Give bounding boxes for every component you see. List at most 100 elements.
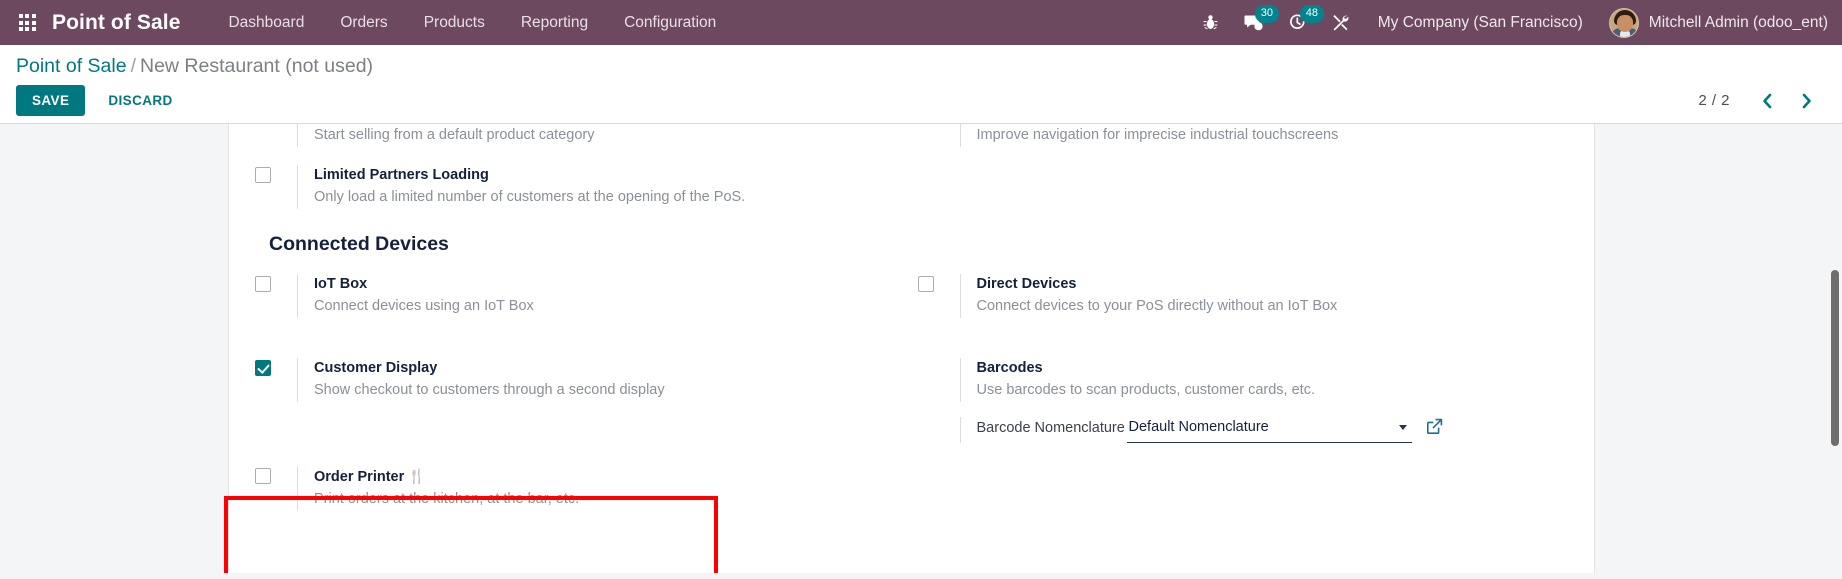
- setting-help: Use barcodes to scan products, customer …: [976, 382, 1315, 398]
- nav-menu-products[interactable]: Products: [406, 0, 503, 45]
- setting-help: Print orders at the kitchen, at the bar,…: [314, 490, 580, 507]
- setting-barcodes: Barcodes Use barcodes to scan products, …: [912, 349, 1551, 411]
- nav-menu-configuration[interactable]: Configuration: [606, 0, 734, 45]
- company-switcher[interactable]: My Company (San Francisco): [1378, 14, 1583, 32]
- settings-row-devices: IoT Box Connect devices using an IoT Box…: [249, 265, 1574, 327]
- setting-help: Improve navigation for imprecise industr…: [976, 127, 1339, 144]
- external-link-icon[interactable]: [1426, 417, 1443, 443]
- tools-wrench-icon[interactable]: [1332, 14, 1349, 31]
- setting-help: Connect devices using an IoT Box: [314, 298, 534, 315]
- messages-badge-count: 30: [1254, 5, 1280, 23]
- settings-col-left: Start selling from a default product cat…: [249, 124, 912, 156]
- settings-col-left: Limited Partners Loading Only load a lim…: [249, 156, 912, 218]
- breadcrumb-current: New Restaurant (not used): [140, 55, 374, 77]
- setting-help: Start selling from a default product cat…: [314, 127, 595, 144]
- settings-row-partial: Start selling from a default product cat…: [249, 124, 1574, 156]
- setting-label: IoT Box: [314, 276, 368, 293]
- settings-row-limited-partners: Limited Partners Loading Only load a lim…: [249, 156, 1574, 218]
- settings-col-right: Improve navigation for imprecise industr…: [912, 124, 1575, 156]
- setting-label: Limited Partners Loading: [314, 167, 489, 184]
- checkbox-wrap: [249, 165, 297, 184]
- setting-text: Customer Display Show checkout to custom…: [297, 357, 888, 402]
- messages-icon[interactable]: 30: [1244, 5, 1280, 31]
- direct-devices-checkbox[interactable]: [917, 276, 934, 293]
- settings-panel: Start selling from a default product cat…: [228, 124, 1595, 574]
- chevron-left-icon[interactable]: [1748, 92, 1787, 110]
- user-name-label: Mitchell Admin (odoo_ent): [1648, 13, 1828, 31]
- checkbox-wrap: [249, 358, 297, 376]
- save-button[interactable]: SAVE: [16, 85, 86, 117]
- nav-menu-reporting[interactable]: Reporting: [503, 0, 606, 45]
- settings-col-right: [912, 156, 1575, 218]
- setting-text: Improve navigation for imprecise industr…: [959, 124, 1551, 148]
- discard-button[interactable]: DISCARD: [93, 85, 187, 116]
- setting-help: Show checkout to customers through a sec…: [314, 382, 665, 398]
- checkbox-wrap: [249, 274, 297, 293]
- avatar: [1608, 7, 1639, 38]
- nav-menu-dashboard[interactable]: Dashboard: [210, 0, 322, 45]
- setting-text: Limited Partners Loading Only load a lim…: [297, 165, 888, 209]
- user-menu[interactable]: Mitchell Admin (odoo_ent): [1608, 7, 1828, 38]
- setting-label: Order Printer 🍴: [314, 466, 888, 488]
- bug-icon[interactable]: [1203, 14, 1218, 31]
- setting-label: Direct Devices: [976, 276, 1077, 293]
- setting-text: Barcodes Use barcodes to scan products, …: [959, 357, 1551, 402]
- setting-help: Only load a limited number of customers …: [314, 189, 746, 206]
- nav-menu-orders[interactable]: Orders: [322, 0, 405, 45]
- settings-row-order-printer: Order Printer 🍴 Print orders at the kitc…: [249, 443, 1574, 520]
- customer-display-checkbox[interactable]: [255, 359, 271, 376]
- vertical-scrollbar[interactable]: [1828, 124, 1842, 574]
- setting-customer-display[interactable]: Customer Display Show checkout to custom…: [249, 349, 888, 411]
- settings-col-right: Direct Devices Connect devices to your P…: [912, 265, 1575, 327]
- setting-text: Direct Devices Connect devices to your P…: [959, 274, 1551, 318]
- breadcrumb-separator: /: [130, 55, 136, 77]
- navbar-right-group: 30 48 My Company (San Francisco) Mitchel…: [1190, 5, 1842, 38]
- settings-col-right: [912, 457, 1575, 520]
- field-inner: Barcode Nomenclature Default Nomenclatur…: [959, 416, 1551, 443]
- order-printer-checkbox[interactable]: [255, 467, 271, 484]
- setting-iot-box[interactable]: IoT Box Connect devices using an IoT Box: [249, 265, 888, 327]
- control-panel: Point of Sale / New Restaurant (not used) …: [0, 45, 1842, 125]
- checkbox-wrap: [912, 274, 960, 293]
- setting-order-printer[interactable]: Order Printer 🍴 Print orders at the kitc…: [249, 457, 888, 520]
- setting-default-category[interactable]: Start selling from a default product cat…: [249, 124, 888, 156]
- settings-col-left: Customer Display Show checkout to custom…: [249, 349, 912, 443]
- setting-text: Start selling from a default product cat…: [297, 124, 888, 148]
- app-brand-title[interactable]: Point of Sale: [52, 11, 180, 35]
- pager-count: 2 / 2: [1698, 92, 1730, 110]
- checkbox-wrap-empty: [912, 358, 960, 360]
- breadcrumb-root-link[interactable]: Point of Sale: [16, 55, 127, 77]
- chevron-right-icon[interactable]: [1787, 92, 1826, 110]
- section-title-connected-devices: Connected Devices: [269, 232, 449, 255]
- activities-clock-icon[interactable]: 48: [1289, 5, 1325, 31]
- record-pager: 2 / 2: [1698, 92, 1826, 110]
- breadcrumb: Point of Sale / New Restaurant (not used): [16, 54, 1826, 79]
- setting-text: Order Printer 🍴 Print orders at the kitc…: [297, 465, 888, 511]
- control-panel-buttons: SAVE DISCARD 2 / 2: [16, 85, 1826, 117]
- setting-label: Customer Display: [314, 359, 438, 376]
- activities-badge-count: 48: [1299, 5, 1325, 23]
- iot-box-checkbox[interactable]: [255, 276, 271, 293]
- scrollbar-thumb[interactable]: [1831, 270, 1839, 447]
- setting-big-scrollbars[interactable]: Improve navigation for imprecise industr…: [912, 124, 1551, 156]
- order-printer-label-text: Order Printer: [314, 468, 405, 485]
- settings-col-left: Order Printer 🍴 Print orders at the kitc…: [249, 457, 912, 520]
- barcode-nomenclature-field: Barcode Nomenclature Default Nomenclatur…: [912, 411, 1551, 443]
- settings-col-left: IoT Box Connect devices using an IoT Box: [249, 265, 912, 327]
- limited-partners-checkbox[interactable]: [255, 167, 271, 184]
- setting-limited-partners-loading[interactable]: Limited Partners Loading Only load a lim…: [249, 156, 888, 218]
- top-navbar: Point of Sale Dashboard Orders Products …: [0, 0, 1842, 45]
- settings-row-display-barcodes: Customer Display Show checkout to custom…: [249, 327, 1574, 443]
- setting-direct-devices[interactable]: Direct Devices Connect devices to your P…: [912, 265, 1551, 327]
- barcode-nomenclature-label: Barcode Nomenclature: [976, 419, 1125, 436]
- apps-grid-icon[interactable]: [6, 14, 48, 31]
- setting-help: Connect devices to your PoS directly wit…: [976, 298, 1338, 315]
- barcode-nomenclature-select[interactable]: Default Nomenclature: [1126, 416, 1412, 443]
- setting-text: IoT Box Connect devices using an IoT Box: [297, 274, 888, 318]
- setting-label: Barcodes: [976, 359, 1043, 376]
- fork-knife-icon: 🍴: [408, 467, 426, 484]
- barcode-nomenclature-select-wrap: Default Nomenclature: [1126, 416, 1412, 443]
- settings-content-area: Start selling from a default product cat…: [0, 124, 1842, 574]
- checkbox-wrap: [249, 466, 297, 484]
- settings-col-right: Barcodes Use barcodes to scan products, …: [912, 349, 1575, 443]
